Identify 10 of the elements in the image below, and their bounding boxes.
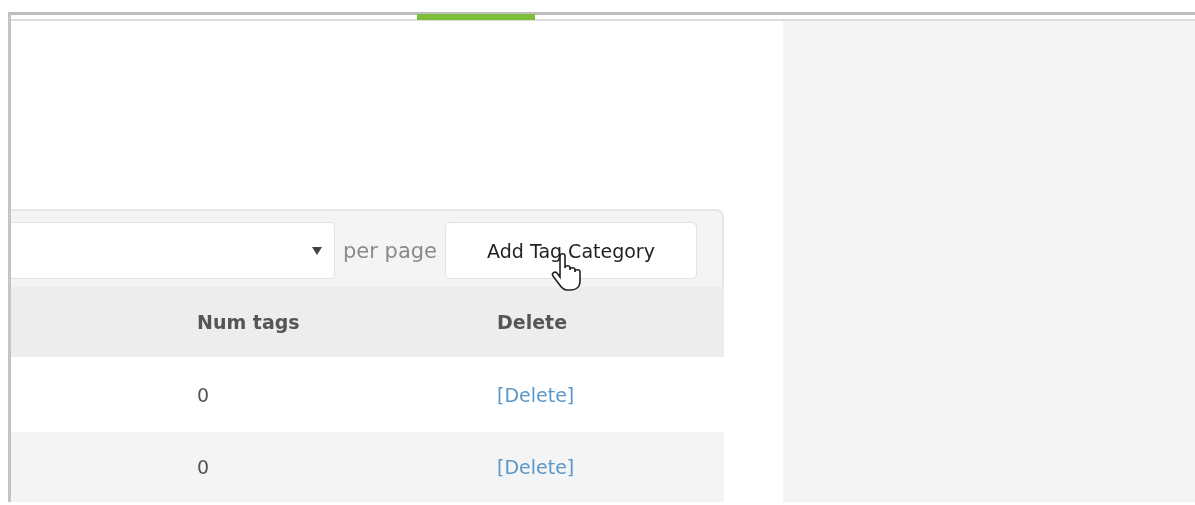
delete-link[interactable]: [Delete] bbox=[497, 383, 724, 406]
caret-icon bbox=[312, 246, 322, 255]
column-header: Delete bbox=[497, 311, 569, 333]
column-header: Num tags bbox=[197, 311, 301, 333]
add-tag-category-button[interactable]: Add Tag Category bbox=[445, 222, 697, 279]
table-cell-text: 0 bbox=[197, 456, 211, 478]
per-page-label: per page bbox=[343, 238, 437, 263]
delete-link[interactable]: [Delete] bbox=[497, 456, 724, 478]
table-cell-text: 0 bbox=[197, 383, 211, 406]
per-page-dropdown[interactable] bbox=[11, 222, 335, 279]
